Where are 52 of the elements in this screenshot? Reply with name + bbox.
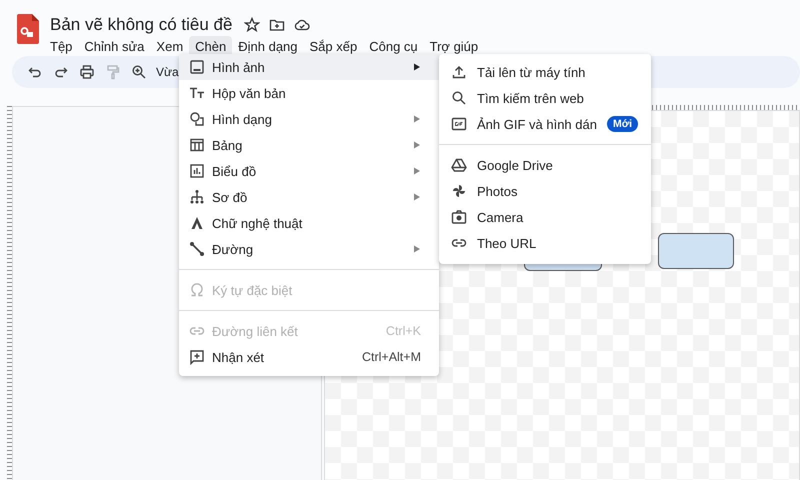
menu-item[interactable]: Google Drive bbox=[439, 152, 651, 178]
menu-item[interactable]: Bảng bbox=[179, 132, 439, 158]
menu-item[interactable]: Đường bbox=[179, 236, 439, 262]
image-icon bbox=[189, 59, 205, 75]
menu-item[interactable]: Biểu đồ bbox=[179, 158, 439, 184]
menu-item[interactable]: Ảnh GIF và hình dán Mới bbox=[439, 111, 651, 137]
omega-icon bbox=[189, 282, 205, 298]
zoom-icon bbox=[131, 64, 147, 80]
menu-item[interactable]: Chữ nghệ thuật bbox=[179, 210, 439, 236]
folder-icon[interactable] bbox=[269, 17, 286, 33]
menu-item[interactable]: Chỉnh sửa bbox=[78, 36, 150, 57]
shortcut-label: Ctrl+K bbox=[386, 324, 421, 338]
rectangle-shape[interactable] bbox=[658, 233, 734, 269]
star-icon[interactable] bbox=[244, 17, 260, 33]
gif-icon bbox=[451, 116, 467, 132]
menu-item[interactable]: Tải lên từ máy tính bbox=[439, 59, 651, 85]
text-icon bbox=[189, 85, 205, 101]
wordart-icon bbox=[189, 215, 205, 231]
comment-icon bbox=[189, 349, 205, 365]
menu-item[interactable]: Tìm kiếm trên web bbox=[439, 85, 651, 111]
menu-item[interactable]: Photos bbox=[439, 178, 651, 204]
document-title[interactable]: Bản vẽ không có tiêu đề bbox=[50, 15, 232, 35]
pinwheel-icon bbox=[451, 183, 467, 199]
menu-item[interactable]: Camera bbox=[439, 204, 651, 230]
menu-item[interactable]: Theo URL bbox=[439, 230, 651, 256]
upload-icon bbox=[451, 64, 467, 80]
camera-icon bbox=[451, 209, 467, 225]
menu-item[interactable]: Nhận xét Ctrl+Alt+M bbox=[179, 344, 439, 370]
menu-item[interactable]: Tệp bbox=[44, 36, 78, 57]
table-icon bbox=[189, 137, 205, 153]
print-icon bbox=[79, 64, 95, 80]
menu-item[interactable]: Trợ giúp bbox=[424, 36, 484, 57]
app-logo-icon[interactable] bbox=[17, 14, 39, 44]
paint-roller-icon bbox=[105, 64, 121, 80]
menu-item[interactable]: Công cụ bbox=[363, 36, 424, 57]
menu-item[interactable]: Hình ảnh bbox=[179, 54, 439, 80]
cloud-icon[interactable] bbox=[294, 17, 310, 33]
search-icon bbox=[451, 90, 467, 106]
menu-item[interactable]: Định dạng bbox=[232, 36, 304, 57]
drive-icon bbox=[451, 157, 467, 173]
menu-item[interactable]: Hộp văn bản bbox=[179, 80, 439, 106]
zoom-label[interactable]: Vừa bbox=[156, 65, 179, 79]
menu-item[interactable]: Hình dạng bbox=[179, 106, 439, 132]
new-badge: Mới bbox=[606, 116, 638, 132]
menu-item[interactable]: Sơ đồ bbox=[179, 184, 439, 210]
diagram-icon bbox=[189, 189, 205, 205]
chart-icon bbox=[189, 163, 205, 179]
shapes-icon bbox=[189, 111, 205, 127]
menu-item[interactable]: Xem bbox=[150, 36, 190, 57]
menu-item[interactable]: Sắp xếp bbox=[304, 36, 364, 57]
shortcut-label: Ctrl+Alt+M bbox=[362, 350, 421, 364]
line-icon bbox=[189, 241, 205, 257]
